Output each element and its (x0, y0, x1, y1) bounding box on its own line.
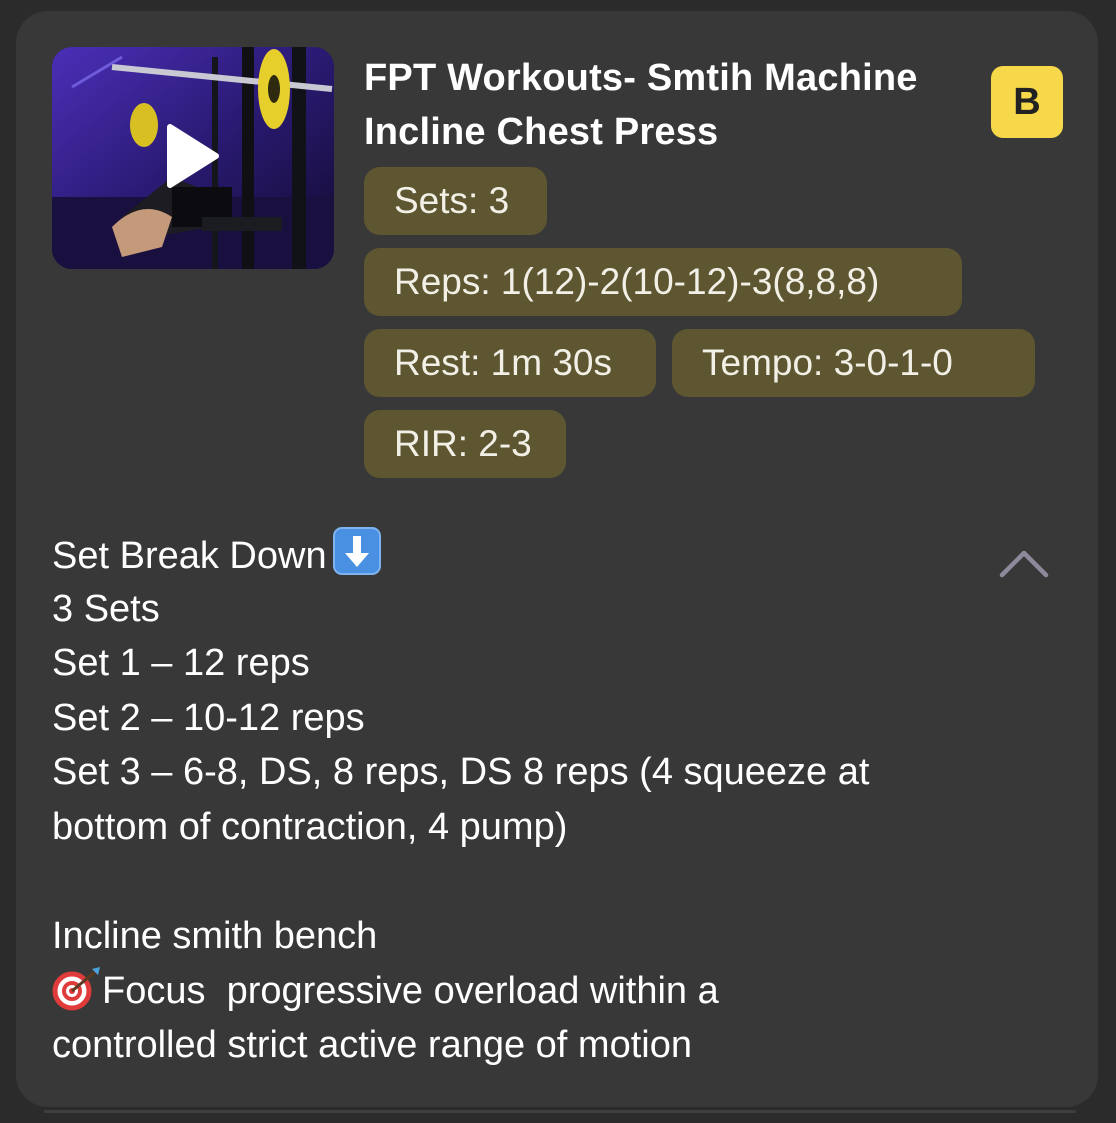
rest-chip: Rest: 1m 30s (364, 329, 656, 397)
exercise-title: FPT Workouts- Smtih Machine Incline Ches… (364, 51, 974, 159)
description-blank-line (52, 855, 992, 910)
focus-text-2: controlled strict active range of motion (52, 1024, 692, 1067)
description-heading-line: Set Break Down (52, 527, 992, 582)
focus-text-1: Focus progressive overload within a (102, 969, 719, 1012)
exercise-title-line-1: FPT Workouts- Smtih Machine (364, 57, 918, 99)
description-heading: Set Break Down (52, 535, 327, 577)
next-card-edge (44, 1110, 1076, 1113)
chevron-up-icon[interactable] (998, 545, 1050, 579)
description-line: Incline smith bench (52, 915, 378, 958)
sets-chip: Sets: 3 (364, 167, 547, 235)
down-arrow-emoji-icon (332, 527, 381, 575)
reps-chip: Reps: 1(12)-2(10-12)-3(8,8,8) (364, 248, 962, 316)
target-emoji-icon (52, 966, 100, 1011)
tempo-chip: Tempo: 3-0-1-0 (672, 329, 1035, 397)
description-line: Set 2 – 10-12 reps (52, 696, 365, 739)
description-line: 3 Sets (52, 587, 160, 630)
description-line: bottom of contraction, 4 pump) (52, 805, 568, 848)
rir-chip: RIR: 2-3 (364, 410, 566, 478)
exercise-description: Set Break Down 3 Sets Set 1 – 12 reps Se… (52, 527, 992, 1073)
video-thumbnail[interactable] (52, 47, 334, 269)
description-line: Set 3 – 6-8, DS, 8 reps, DS 8 reps (4 sq… (52, 751, 870, 794)
description-line: Set 1 – 12 reps (52, 642, 310, 685)
superset-badge: B (991, 66, 1063, 138)
play-icon[interactable] (164, 123, 220, 189)
exercise-card: FPT Workouts- Smtih Machine Incline Ches… (16, 11, 1098, 1107)
exercise-title-line-2: Incline Chest Press (364, 111, 719, 153)
focus-line: Focus progressive overload within a (52, 964, 992, 1019)
